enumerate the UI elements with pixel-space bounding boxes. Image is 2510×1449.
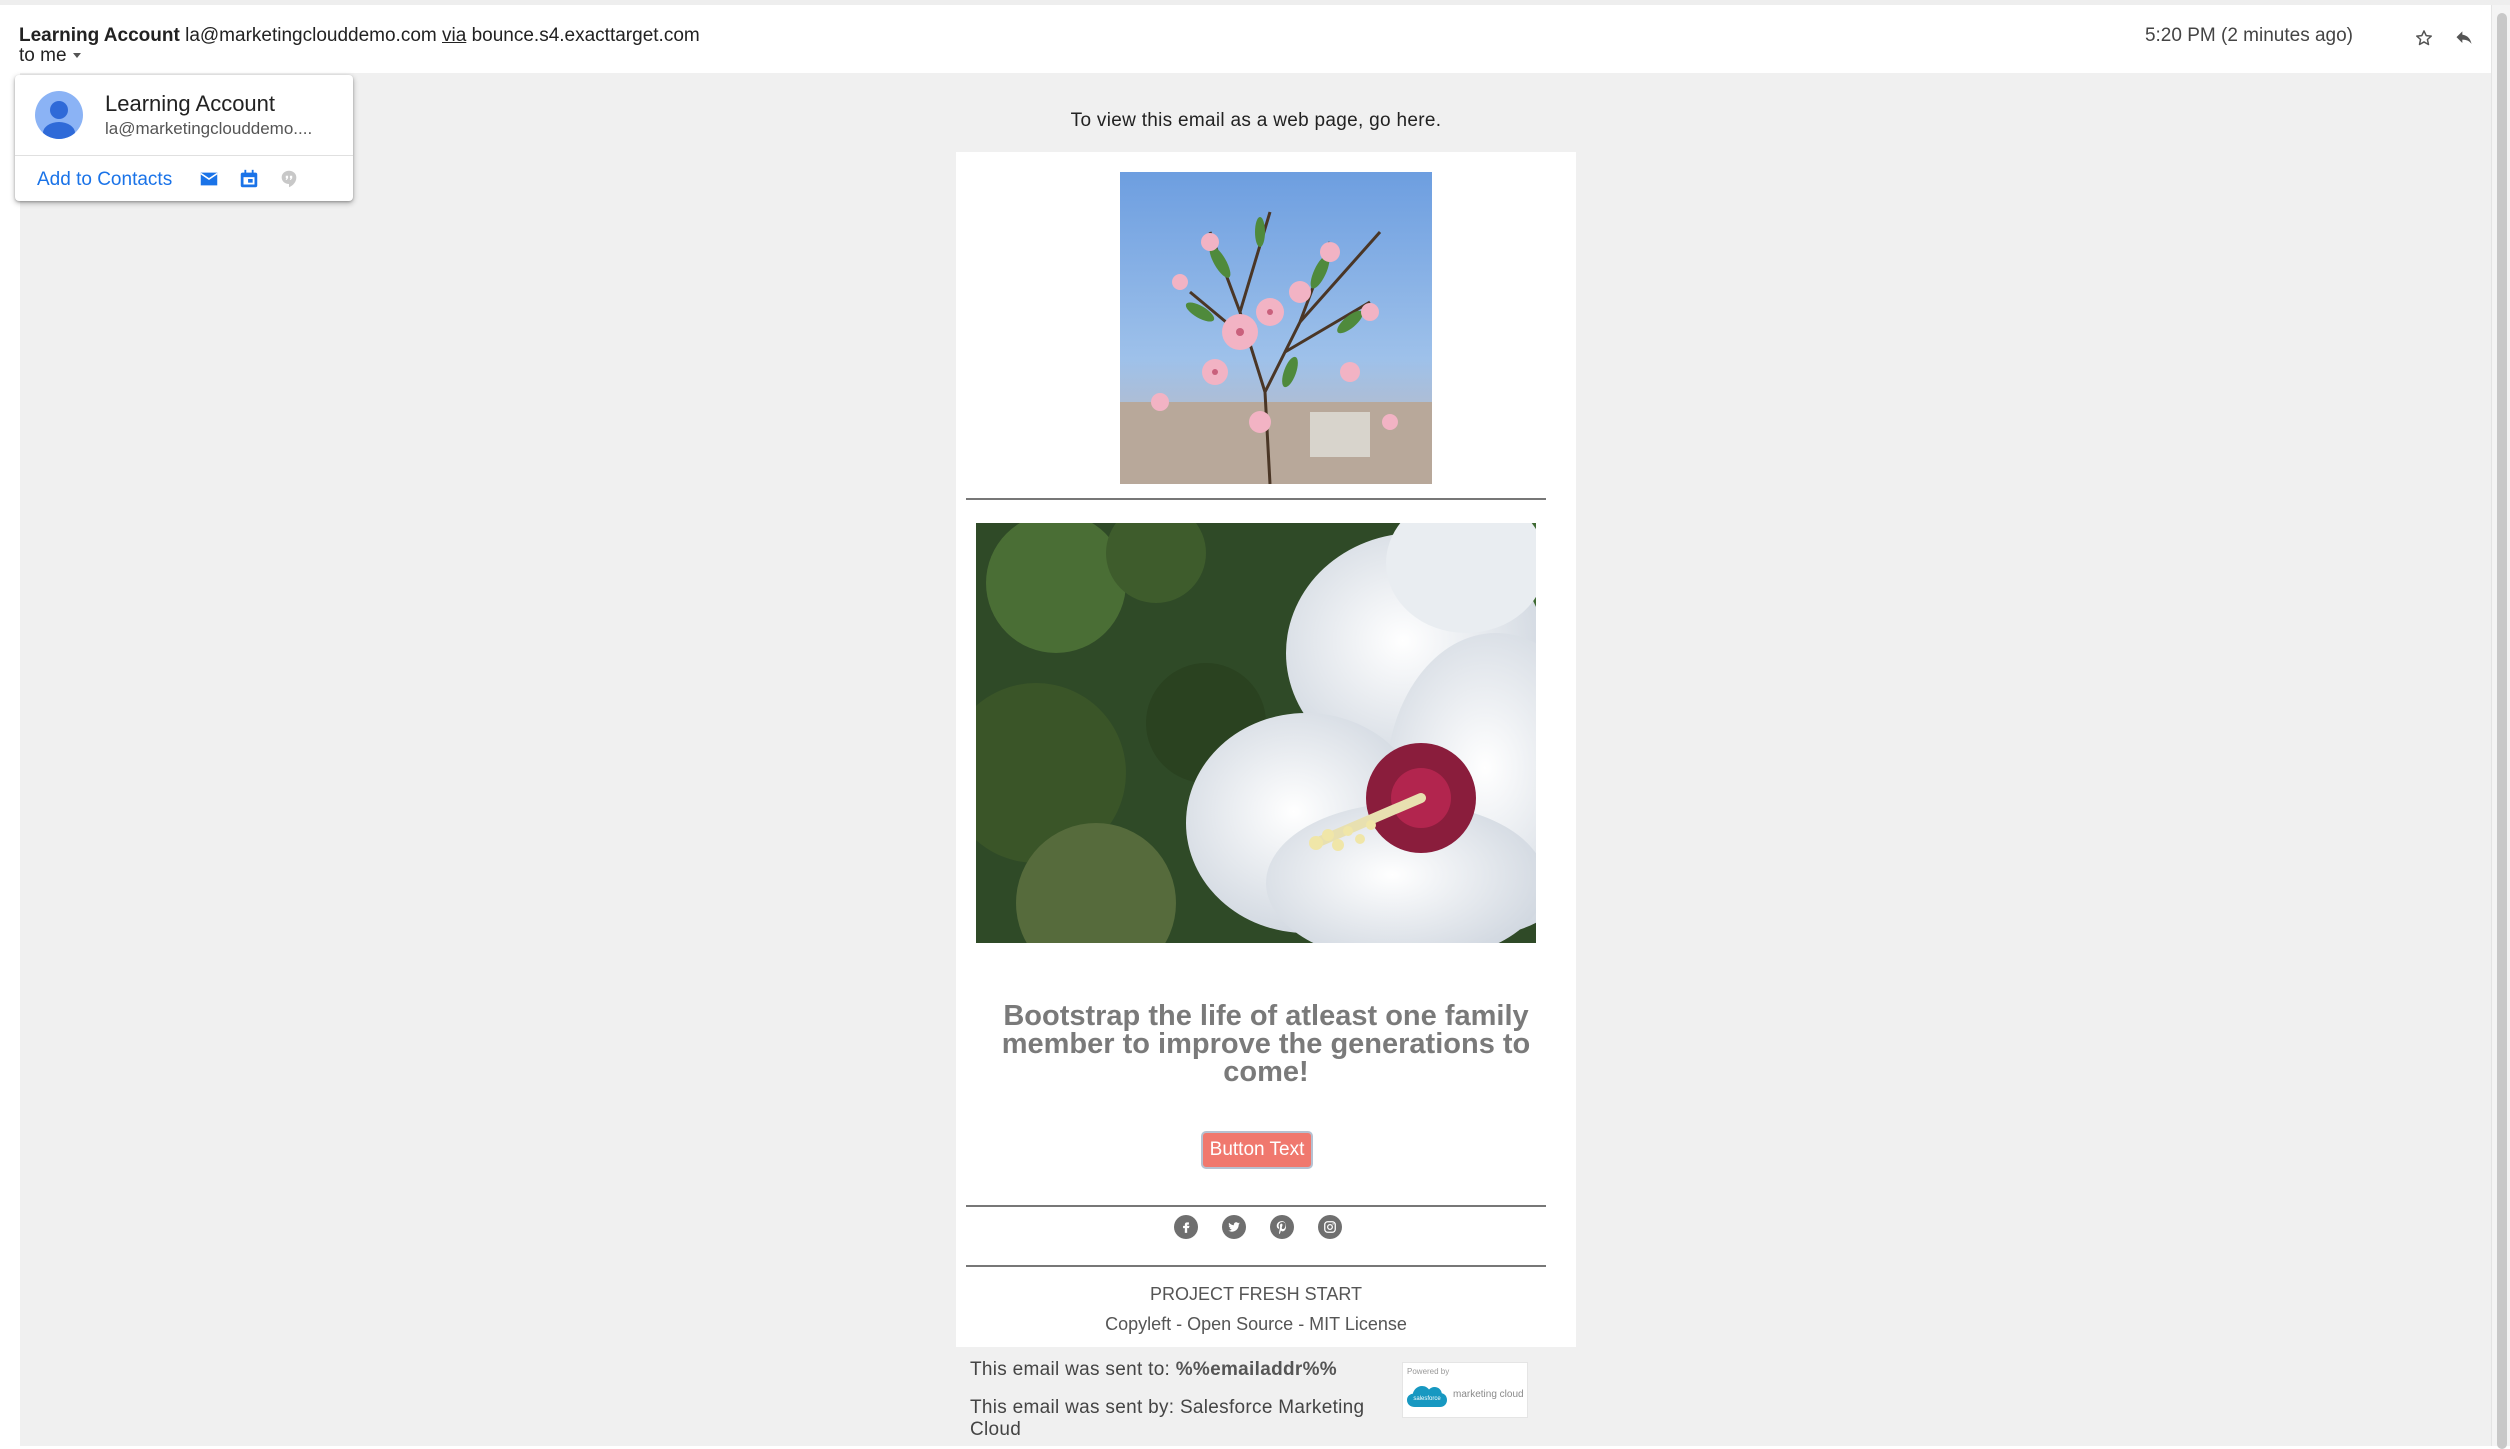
recipient-row[interactable]: to me [19,45,81,67]
message-time: 5:20 PM (2 minutes ago) [2144,25,2353,46]
webpage-text: To view this email as a web page, go [1070,110,1391,131]
sent-to-value: %%emailaddr%% [1175,1359,1337,1380]
divider [966,1265,1546,1267]
email-headline: Bootstrap the life of atleast one family… [1001,1000,1531,1088]
blossom-photo [1120,172,1432,484]
divider [966,1205,1546,1207]
chat-icon[interactable] [277,167,301,191]
contact-name: Learning Account [105,91,276,116]
calendar-icon[interactable] [237,167,261,191]
footer-title: PROJECT FRESH START [1149,1284,1363,1304]
email-icon[interactable] [197,167,221,191]
footer-license: Copyleft - Open Source - MIT License [1105,1314,1407,1334]
powered-by-label: Powered by [1407,1367,1450,1376]
pinterest-icon[interactable] [1270,1215,1294,1239]
sent-to-label: This email was sent to: [970,1359,1171,1380]
via-domain: bounce.s4.exacttarget.com [471,25,700,46]
webpage-link[interactable]: here [1397,110,1436,131]
add-to-contacts-link[interactable]: Add to Contacts [37,169,172,191]
sent-by-line: This email was sent by: Salesforce Marke… [970,1397,1365,1440]
twitter-icon[interactable] [1222,1215,1246,1239]
to-label: to me [19,45,67,66]
hibiscus-photo [976,523,1536,943]
contact-email: la@marketingclouddemo.... [105,119,313,138]
chevron-down-icon[interactable] [72,53,81,59]
sender-row: Learning Account la@marketingclouddemo.c… [19,25,700,47]
scrollbar[interactable] [2491,5,2510,1449]
avatar [35,91,83,139]
sender-email[interactable]: la@marketingclouddemo.com [185,25,437,46]
instagram-icon[interactable] [1318,1215,1342,1239]
via-link[interactable]: via [442,25,466,46]
webpage-notice: To view this email as a web page, go her… [20,110,2492,132]
contact-hovercard: Learning Account la@marketingclouddemo..… [15,75,353,201]
salesforce-cloud-icon: salesforce [1407,1386,1447,1407]
message-header: Learning Account la@marketingclouddemo.c… [0,5,2503,73]
salesforce-wordmark: salesforce [1413,1396,1441,1402]
reply-icon[interactable] [2449,23,2479,53]
marketing-cloud-label: marketing cloud [1453,1389,1524,1400]
email-card: Bootstrap the life of atleast one family… [956,152,1576,1347]
divider [15,155,353,156]
cta-button[interactable]: Button Text [1201,1131,1313,1169]
webpage-tail: . [1435,110,1442,131]
scrollbar-thumb[interactable] [2497,13,2507,1449]
email-body: To view this email as a web page, go her… [20,73,2492,1446]
facebook-icon[interactable] [1174,1215,1198,1239]
sfmc-logo[interactable]: Powered by salesforce marketing cloud [1402,1362,1528,1418]
star-icon[interactable] [2409,23,2439,53]
sent-to-line: This email was sent to: %%emailaddr%% [970,1359,1337,1381]
sender-name[interactable]: Learning Account [19,25,180,46]
divider [966,498,1546,500]
